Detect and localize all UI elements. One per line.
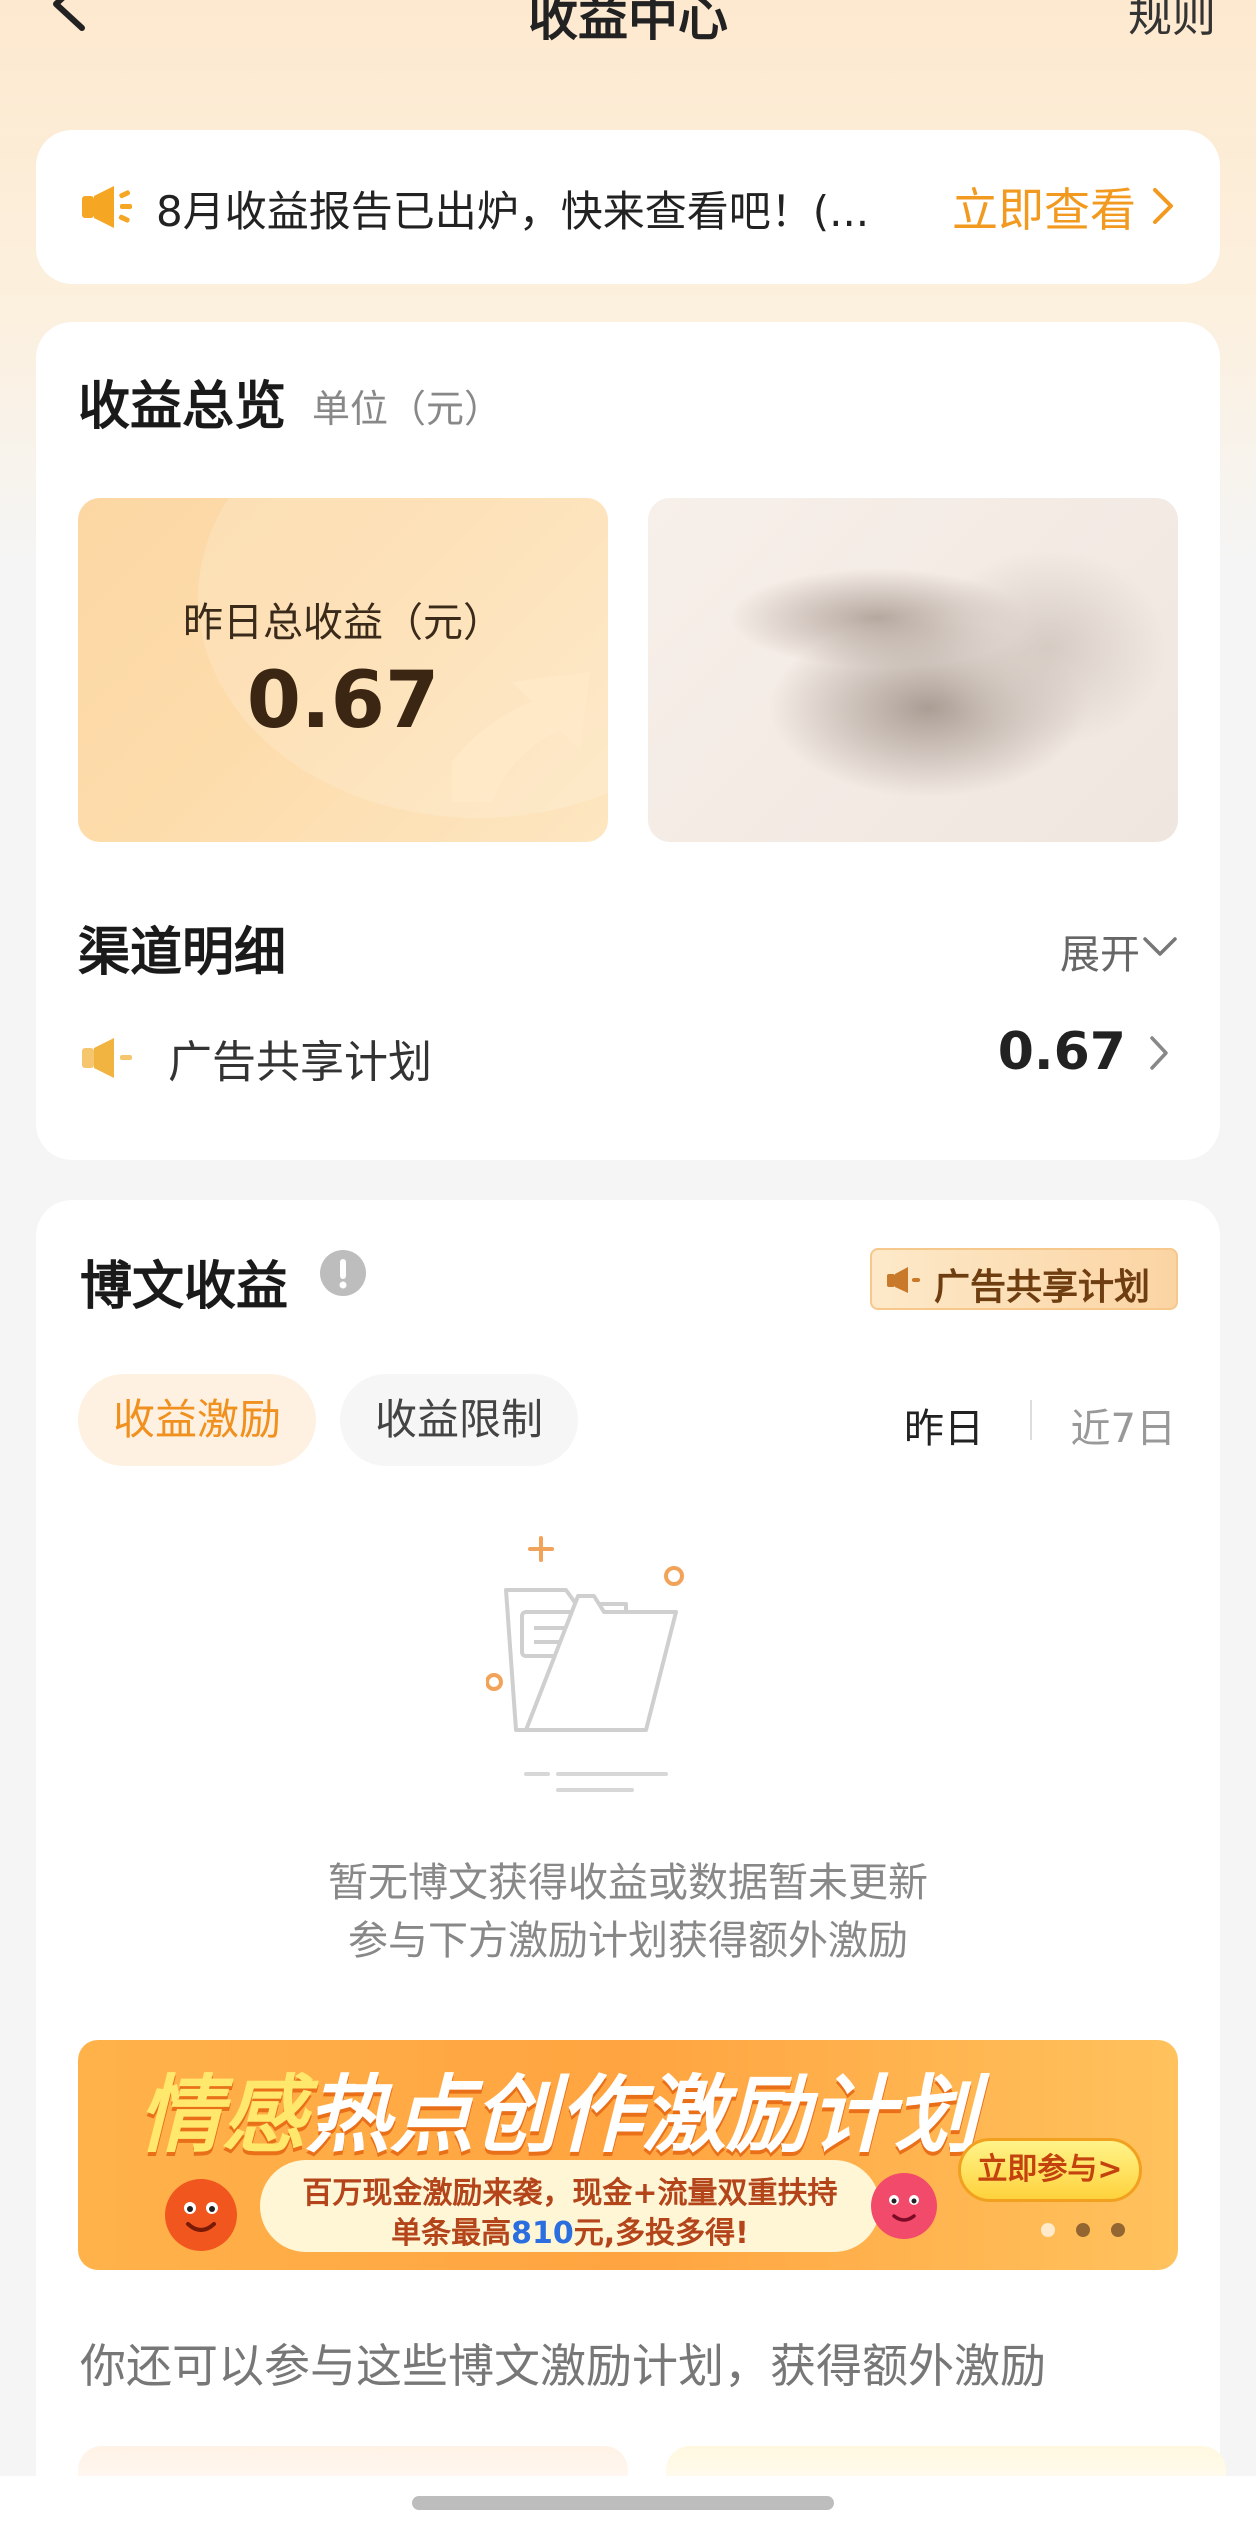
blog-earnings-title: 博文收益 [80,1257,289,1317]
smiley-face-icon [165,2179,237,2251]
info-icon[interactable] [318,1248,368,1298]
overview-unit: 单位（元） [312,387,503,431]
blurred-tile [648,498,1178,842]
banner-offer-amount: 810 [511,2216,574,2251]
speaker-icon [82,186,132,228]
chevron-right-icon[interactable] [1150,186,1176,226]
banner-offer-suffix: 元,多投多得! [573,2216,749,2251]
banner-offer-line1: 百万现金激励来袭，现金+流量双重扶持 [302,2176,838,2211]
ad-share-plan-badge[interactable]: 广告共享计划 [870,1248,1178,1310]
banner-title-accent: 情感 [138,2066,307,2164]
yesterday-value: 0.67 [246,656,440,746]
notice-banner[interactable]: 8月收益报告已出炉，快来查看吧！(... 立即查看 [36,130,1220,284]
range-last-7-days[interactable]: 近7日 [1071,1396,1176,1454]
speaker-icon [82,1038,132,1078]
banner-offer-pill: 百万现金激励来袭，现金+流量双重扶持 单条最高810元,多投多得! [260,2160,880,2252]
ad-share-plan-badge-label: 广告共享计划 [934,1267,1151,1308]
top-bar: 收益中心 规则 [0,0,1256,60]
page-title: 收益中心 [528,0,728,47]
yesterday-earnings-tile[interactable]: 昨日总收益（元） 0.67 [78,498,608,842]
chevron-down-icon[interactable] [1142,932,1178,962]
banner-offer-prefix: 单条最高 [391,2216,512,2251]
chevron-right-icon[interactable] [1148,1034,1170,1072]
channel-item-value: 0.67 [997,1022,1126,1082]
pink-mascot-icon [871,2173,937,2239]
empty-state-message: 暂无博文获得收益或数据暂未更新 [328,1860,928,1906]
banner-title-main: 热点创作激励计划 [306,2066,979,2164]
overview-title: 收益总览 [78,377,287,437]
expand-button[interactable]: 展开 [1060,922,1140,980]
speaker-icon [887,1267,920,1293]
banner-title: 情感热点创作激励计划 [138,2048,978,2169]
carousel-dots[interactable] [1038,2220,1128,2240]
channel-detail-title: 渠道明细 [78,923,287,983]
tab-earnings-incentive[interactable]: 收益激励 [78,1374,316,1466]
tab-earnings-limit[interactable]: 收益限制 [340,1374,578,1466]
incentive-plan-banner[interactable]: 情感热点创作激励计划 百万现金激励来袭，现金+流量双重扶持 单条最高810元,多… [78,2040,1178,2270]
banner-offer-line2: 单条最高810元,多投多得! [260,2208,880,2252]
empty-folder-icon [486,1536,684,1792]
more-plans-hint: 你还可以参与这些博文激励计划，获得额外激励 [80,2339,1046,2393]
range-divider [1030,1400,1032,1440]
earnings-overview-card: 收益总览 单位（元） 昨日总收益（元） 0.67 渠道明细 展开 广告共享计划 … [36,322,1220,1160]
notice-text: 8月收益报告已出炉，快来查看吧！(... [156,187,870,236]
empty-state-hint: 参与下方激励计划获得额外激励 [348,1918,908,1964]
home-indicator[interactable] [412,2496,834,2510]
blur-smudge [928,548,1168,748]
blog-earnings-card: 博文收益 广告共享计划 收益激励 收益限制 昨日 近7日 暂无博文获得收益或数据… [36,1200,1226,2536]
yesterday-label: 昨日总收益（元） [183,600,503,646]
range-yesterday[interactable]: 昨日 [904,1396,984,1454]
join-now-button[interactable]: 立即参与> [958,2138,1142,2202]
view-now-link[interactable]: 立即查看 [952,174,1136,240]
channel-item-label[interactable]: 广告共享计划 [168,1026,432,1090]
rules-link[interactable]: 规则 [1128,0,1216,44]
